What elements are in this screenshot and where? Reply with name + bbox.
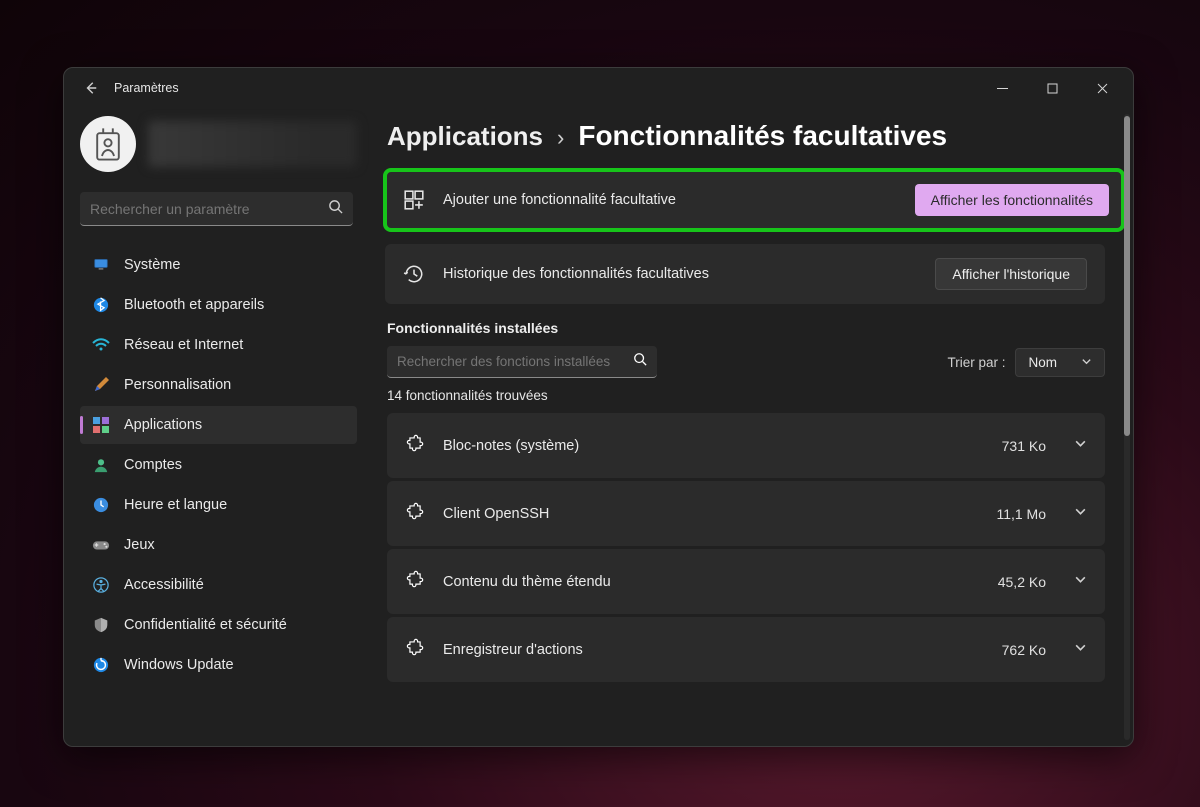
sidebar-item-system[interactable]: Système — [80, 246, 357, 284]
sidebar-item-bluetooth[interactable]: Bluetooth et appareils — [80, 286, 357, 324]
history-panel: Historique des fonctionnalités facultati… — [385, 244, 1105, 304]
sidebar-item-label: Système — [124, 257, 180, 273]
add-feature-icon — [403, 189, 425, 211]
installed-count: 14 fonctionnalités trouvées — [387, 388, 1123, 403]
titlebar: Paramètres — [64, 68, 1133, 108]
installed-section-label: Fonctionnalités installées — [387, 320, 1123, 336]
feature-name: Client OpenSSH — [443, 506, 978, 522]
sidebar-item-label: Windows Update — [124, 657, 234, 673]
puzzle-icon — [405, 501, 425, 526]
settings-window: Paramètres — [63, 67, 1134, 747]
history-label: Historique des fonctionnalités facultati… — [443, 266, 917, 282]
sidebar-item-windows-update[interactable]: Windows Update — [80, 646, 357, 684]
feature-size: 11,1 Mo — [996, 506, 1046, 522]
puzzle-icon — [405, 569, 425, 594]
search-input[interactable] — [90, 201, 328, 217]
feature-name: Enregistreur d'actions — [443, 642, 984, 658]
window-title: Paramètres — [114, 81, 179, 95]
chevron-down-icon — [1081, 355, 1092, 370]
installed-controls: Trier par : Nom — [387, 346, 1105, 378]
apps-icon — [92, 416, 110, 434]
feature-row[interactable]: Bloc-notes (système) 731 Ko — [387, 413, 1105, 478]
feature-name: Contenu du thème étendu — [443, 574, 980, 590]
sidebar-item-label: Confidentialité et sécurité — [124, 617, 287, 633]
sidebar: Système Bluetooth et appareils Réseau et… — [64, 108, 367, 746]
sidebar-item-label: Accessibilité — [124, 577, 204, 593]
person-icon — [92, 456, 110, 474]
page-title: Fonctionnalités facultatives — [578, 120, 947, 152]
chevron-right-icon: › — [557, 125, 564, 151]
brush-icon — [92, 376, 110, 394]
sidebar-item-gaming[interactable]: Jeux — [80, 526, 357, 564]
wifi-icon — [92, 336, 110, 354]
sort-label: Trier par : — [947, 355, 1005, 370]
feature-row[interactable]: Client OpenSSH 11,1 Mo — [387, 481, 1105, 546]
accessibility-icon — [92, 576, 110, 594]
profile-name-redacted — [148, 121, 357, 167]
feature-name: Bloc-notes (système) — [443, 438, 984, 454]
feature-row[interactable]: Enregistreur d'actions 762 Ko — [387, 617, 1105, 682]
sort-value: Nom — [1028, 355, 1057, 370]
add-feature-label: Ajouter une fonctionnalité facultative — [443, 192, 897, 208]
sidebar-item-privacy[interactable]: Confidentialité et sécurité — [80, 606, 357, 644]
add-feature-panel: Ajouter une fonctionnalité facultative A… — [385, 170, 1123, 230]
avatar — [80, 116, 136, 172]
close-button[interactable] — [1079, 73, 1125, 103]
shield-icon — [92, 616, 110, 634]
monitor-icon — [92, 256, 110, 274]
sort-area: Trier par : Nom — [947, 348, 1105, 377]
feature-size: 762 Ko — [1002, 642, 1046, 658]
sidebar-item-network[interactable]: Réseau et Internet — [80, 326, 357, 364]
feature-size: 731 Ko — [1002, 438, 1046, 454]
sidebar-item-time-language[interactable]: Heure et langue — [80, 486, 357, 524]
sidebar-item-label: Bluetooth et appareils — [124, 297, 264, 313]
update-icon — [92, 656, 110, 674]
sidebar-item-accessibility[interactable]: Accessibilité — [80, 566, 357, 604]
installed-search[interactable] — [387, 346, 657, 378]
scrollbar[interactable] — [1124, 114, 1130, 740]
puzzle-icon — [405, 433, 425, 458]
sidebar-item-personalization[interactable]: Personnalisation — [80, 366, 357, 404]
show-history-button[interactable]: Afficher l'historique — [935, 258, 1087, 290]
sidebar-item-label: Personnalisation — [124, 377, 231, 393]
window-controls — [979, 73, 1125, 103]
minimize-button[interactable] — [979, 73, 1025, 103]
sidebar-item-label: Réseau et Internet — [124, 337, 243, 353]
gamepad-icon — [92, 536, 110, 554]
history-icon — [403, 263, 425, 285]
breadcrumb-parent[interactable]: Applications — [387, 121, 543, 152]
chevron-down-icon — [1074, 505, 1087, 523]
back-button[interactable] — [78, 75, 104, 101]
search-icon — [328, 199, 343, 219]
profile-block[interactable] — [80, 116, 357, 172]
maximize-button[interactable] — [1029, 73, 1075, 103]
sidebar-item-label: Applications — [124, 417, 202, 433]
breadcrumb: Applications › Fonctionnalités facultati… — [367, 116, 1123, 170]
chevron-down-icon — [1074, 437, 1087, 455]
feature-list: Bloc-notes (système) 731 Ko Client OpenS… — [387, 413, 1105, 682]
sidebar-item-label: Jeux — [124, 537, 155, 553]
bluetooth-icon — [92, 296, 110, 314]
show-features-button[interactable]: Afficher les fonctionnalités — [915, 184, 1109, 216]
sidebar-item-accounts[interactable]: Comptes — [80, 446, 357, 484]
sidebar-item-label: Heure et langue — [124, 497, 227, 513]
chevron-down-icon — [1074, 573, 1087, 591]
nav-list: Système Bluetooth et appareils Réseau et… — [80, 246, 357, 684]
search-icon — [633, 352, 647, 371]
sidebar-item-label: Comptes — [124, 457, 182, 473]
feature-row[interactable]: Contenu du thème étendu 45,2 Ko — [387, 549, 1105, 614]
chevron-down-icon — [1074, 641, 1087, 659]
sidebar-search[interactable] — [80, 192, 353, 226]
feature-size: 45,2 Ko — [998, 574, 1046, 590]
sort-dropdown[interactable]: Nom — [1015, 348, 1105, 377]
installed-search-input[interactable] — [397, 354, 633, 369]
main-content: Applications › Fonctionnalités facultati… — [367, 108, 1133, 746]
sidebar-item-applications[interactable]: Applications — [80, 406, 357, 444]
clock-globe-icon — [92, 496, 110, 514]
scrollbar-thumb[interactable] — [1124, 116, 1130, 436]
puzzle-icon — [405, 637, 425, 662]
